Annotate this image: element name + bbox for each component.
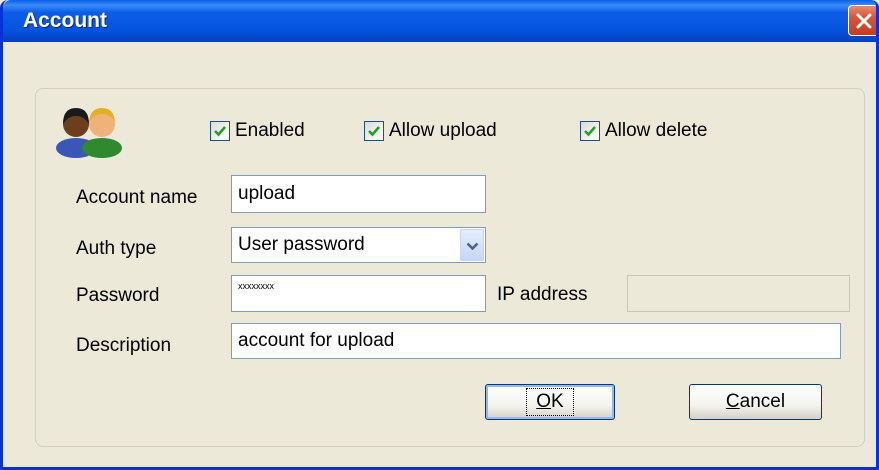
ip-address-input[interactable] bbox=[627, 275, 850, 312]
account-dialog: Account Enabled Allow upload Allow delet… bbox=[0, 0, 879, 470]
ok-button[interactable]: OK bbox=[485, 384, 615, 420]
cancel-button-label: Cancel bbox=[725, 391, 786, 412]
cancel-button[interactable]: Cancel bbox=[689, 384, 822, 420]
auth-type-select[interactable]: User password bbox=[231, 227, 486, 263]
checkmark-icon bbox=[214, 126, 226, 137]
allow-upload-checkbox[interactable]: Allow upload bbox=[364, 120, 497, 142]
account-name-input[interactable]: upload bbox=[231, 175, 486, 213]
auth-type-dropdown-button[interactable] bbox=[460, 229, 484, 261]
description-label: Description bbox=[76, 335, 172, 356]
auth-type-label: Auth type bbox=[76, 238, 157, 259]
checkmark-icon bbox=[368, 126, 380, 137]
users-icon bbox=[56, 108, 122, 158]
allow-delete-checkbox[interactable]: Allow delete bbox=[580, 120, 707, 142]
auth-type-value: User password bbox=[238, 234, 365, 255]
checkbox-box[interactable] bbox=[580, 121, 600, 141]
close-button[interactable] bbox=[848, 5, 876, 36]
checkmark-icon bbox=[584, 126, 596, 137]
title-bar[interactable]: Account bbox=[3, 0, 876, 42]
password-input[interactable]: xxxxxxxx bbox=[231, 275, 486, 312]
password-value: xxxxxxxx bbox=[238, 281, 274, 291]
allow-delete-label: Allow delete bbox=[605, 120, 708, 141]
chevron-down-icon bbox=[466, 242, 479, 251]
checkbox-box[interactable] bbox=[210, 121, 230, 141]
window-title: Account bbox=[23, 9, 107, 32]
account-name-value: upload bbox=[238, 183, 296, 204]
account-name-label: Account name bbox=[76, 187, 198, 208]
allow-upload-label: Allow upload bbox=[389, 120, 497, 141]
checkbox-box[interactable] bbox=[364, 121, 384, 141]
ip-address-label: IP address bbox=[497, 284, 588, 305]
ok-button-label: OK bbox=[526, 388, 574, 416]
close-icon bbox=[856, 13, 872, 29]
description-value: account for upload bbox=[238, 330, 395, 351]
password-label: Password bbox=[76, 285, 160, 306]
description-input[interactable]: account for upload bbox=[231, 323, 841, 359]
enabled-checkbox[interactable]: Enabled bbox=[210, 120, 305, 142]
enabled-label: Enabled bbox=[235, 120, 305, 141]
